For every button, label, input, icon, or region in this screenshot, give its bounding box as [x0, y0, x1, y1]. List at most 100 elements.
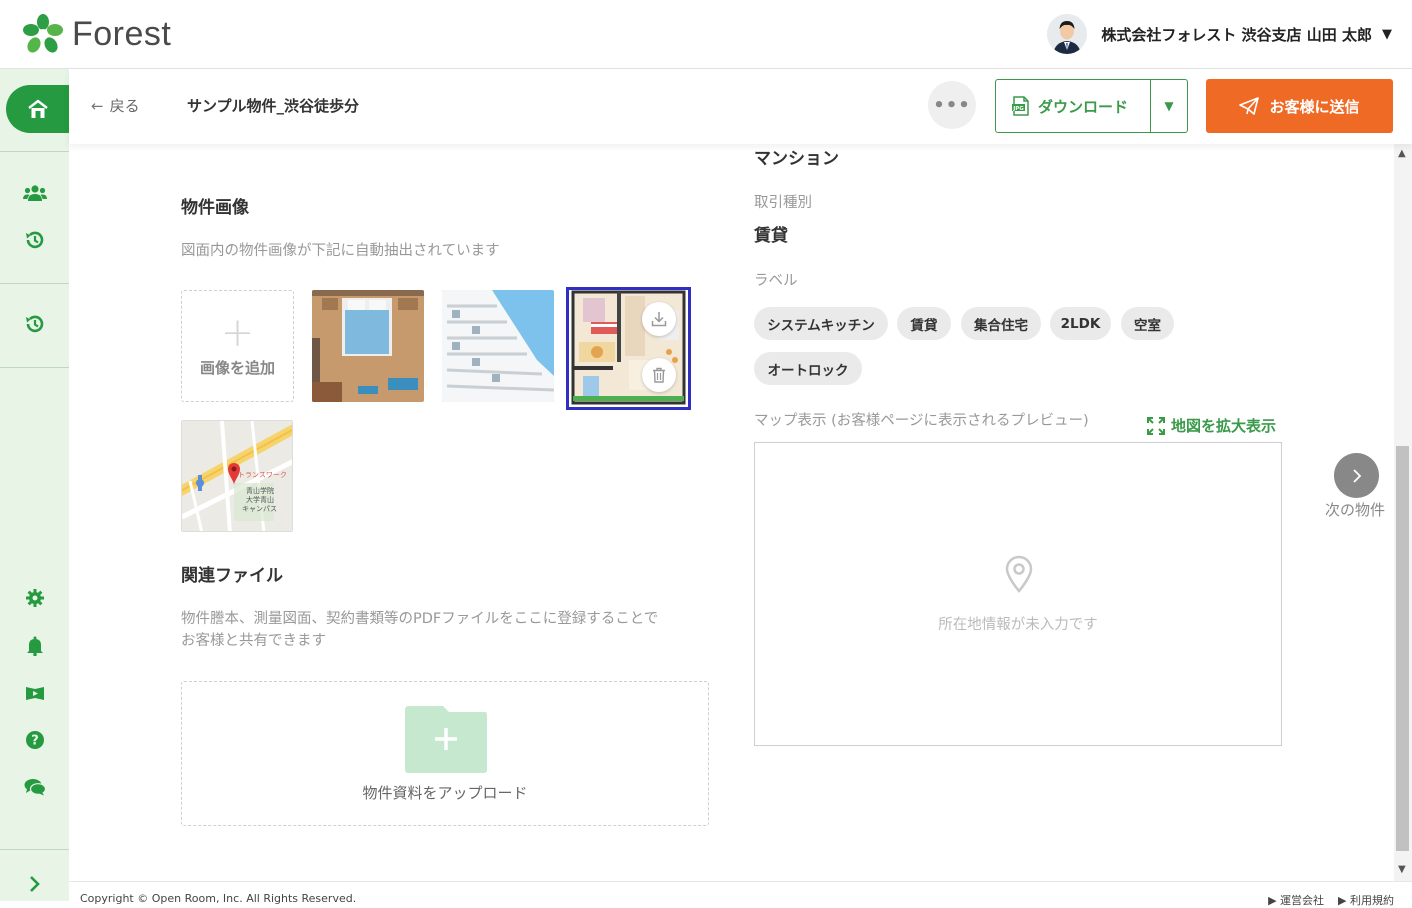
ellipsis-icon: •••	[933, 94, 971, 116]
delete-image-button[interactable]	[642, 358, 676, 392]
sidebar-item-settings[interactable]	[22, 585, 48, 611]
send-to-customer-button[interactable]: お客様に送信	[1206, 79, 1393, 133]
map-preview: 所在地情報が未入力です	[754, 442, 1282, 746]
logo-text: Forest	[72, 14, 172, 53]
avatar	[1047, 14, 1088, 54]
chat-icon	[24, 779, 46, 796]
page-title: サンプル物件_渋谷徒歩分	[187, 97, 360, 115]
video-icon	[26, 687, 44, 700]
map-preview-label: マップ表示 (お客様ページに表示されるプレビュー)	[754, 413, 1089, 429]
vertical-scrollbar[interactable]: ▲ ▼	[1394, 144, 1412, 881]
tag-chip: オートロック	[754, 352, 862, 385]
download-dropdown-caret-icon[interactable]: ▼	[1151, 99, 1187, 113]
property-toolbar: ← 戻る サンプル物件_渋谷徒歩分 ••• JPG ダウンロード ▼ お客様に送…	[69, 69, 1412, 144]
download-button-group: JPG ダウンロード ▼	[995, 79, 1188, 133]
map-thumb-label: トランスワーク	[238, 471, 287, 479]
trash-icon	[653, 367, 665, 383]
history-icon	[26, 231, 44, 249]
users-icon	[23, 185, 47, 201]
tag-chip: 空室	[1121, 307, 1174, 340]
user-menu[interactable]: 株式会社フォレスト 渋谷支店 山田 太郎 ▼	[1047, 14, 1392, 54]
sidebar-item-videos[interactable]	[22, 680, 48, 706]
add-image-button[interactable]: + 画像を追加	[181, 290, 294, 402]
scroll-up-arrow-icon[interactable]: ▲	[1398, 148, 1406, 159]
user-name: 株式会社フォレスト 渋谷支店 山田 太郎	[1101, 25, 1372, 44]
sidebar-item-history-2[interactable]	[22, 311, 48, 337]
next-property-label[interactable]: 次の物件	[1325, 499, 1385, 520]
transaction-type-label: 取引種別	[754, 195, 812, 211]
sidebar-divider	[0, 367, 69, 368]
back-label: 戻る	[109, 97, 140, 115]
home-icon	[27, 99, 48, 118]
building-type-value: マンション	[754, 149, 839, 169]
files-section-hint-line2: お客様と共有できます	[181, 633, 326, 649]
upload-label: 物件資料をアップロード	[362, 784, 528, 802]
arrow-left-icon: ←	[91, 96, 104, 115]
property-image-floorplan-selected[interactable]	[566, 287, 691, 410]
svg-text:JPG: JPG	[1012, 106, 1024, 112]
sidebar-divider	[0, 283, 69, 284]
sidebar-item-history-1[interactable]	[22, 227, 48, 253]
left-sidebar: ?	[0, 69, 69, 901]
images-section-title: 物件画像	[181, 198, 249, 218]
property-image-bedroom[interactable]	[312, 290, 424, 402]
folder-add-icon	[405, 706, 487, 773]
scrollbar-thumb[interactable]	[1396, 446, 1409, 851]
next-property-button[interactable]	[1334, 453, 1379, 498]
expand-map-link[interactable]: 地図を拡大表示	[1147, 415, 1276, 436]
sidebar-item-home[interactable]	[6, 85, 69, 133]
map-thumb-label: キャンパス	[242, 505, 277, 513]
sidebar-item-help[interactable]: ?	[22, 727, 48, 753]
map-pin-icon	[1005, 555, 1033, 593]
tag-chip: 賃貸	[897, 307, 951, 340]
gear-icon	[26, 589, 44, 607]
jpg-file-icon: JPG	[1012, 96, 1029, 116]
download-button[interactable]: JPG ダウンロード	[996, 80, 1151, 132]
svg-text:?: ?	[31, 734, 39, 749]
property-image-building[interactable]	[442, 290, 554, 402]
download-image-button[interactable]	[642, 302, 676, 336]
transaction-type-value: 賃貸	[754, 226, 788, 246]
help-icon: ?	[26, 731, 44, 749]
tag-chip: 2LDK	[1050, 307, 1111, 340]
map-empty-message: 所在地情報が未入力です	[938, 617, 1098, 633]
sidebar-item-chat[interactable]	[22, 774, 48, 800]
tag-chip: システムキッチン	[754, 307, 888, 340]
top-header: Forest 株式会社フォレスト 渋谷支店 山田 太郎 ▼	[0, 0, 1412, 69]
history-icon	[26, 315, 44, 333]
download-icon	[651, 312, 667, 327]
map-thumb-label: 青山学院	[246, 486, 274, 495]
labels-heading: ラベル	[754, 273, 798, 289]
download-label: ダウンロード	[1038, 97, 1129, 116]
back-link[interactable]: ← 戻る	[91, 95, 140, 116]
scroll-down-arrow-icon[interactable]: ▼	[1398, 864, 1406, 875]
images-section-hint: 図面内の物件画像が下記に自動抽出されています	[181, 243, 500, 259]
footer: Copyright © Open Room, Inc. All Rights R…	[69, 881, 1412, 907]
sidebar-expand-button[interactable]	[22, 871, 48, 897]
plus-icon: +	[220, 309, 255, 356]
footer-links: ▶ 運営会社 ▶ 利用規約	[1268, 892, 1394, 908]
main-content: 物件画像 図面内の物件画像が下記に自動抽出されています + 画像を追加 トランス…	[69, 144, 1394, 881]
property-image-map[interactable]: トランスワーク 青山学院 大学青山 キャンパス	[181, 420, 293, 532]
tag-chip: 集合住宅	[961, 307, 1041, 340]
chevron-right-icon	[1352, 468, 1361, 483]
copyright-text: Copyright © Open Room, Inc. All Rights R…	[80, 892, 357, 905]
more-options-button[interactable]: •••	[928, 81, 976, 129]
forest-logo[interactable]: Forest	[22, 13, 171, 55]
bell-icon	[27, 636, 43, 656]
files-section-title: 関連ファイル	[181, 566, 283, 586]
forest-leaf-logo-icon	[23, 14, 63, 53]
expand-icon	[1147, 416, 1165, 435]
sidebar-divider	[0, 151, 69, 152]
upload-file-dropzone[interactable]: 物件資料をアップロード	[181, 681, 709, 826]
sidebar-divider	[0, 849, 69, 850]
user-dropdown-caret-icon[interactable]: ▼	[1382, 27, 1392, 42]
map-thumb-label: 大学青山	[246, 495, 274, 504]
send-label: お客様に送信	[1269, 97, 1360, 116]
paper-plane-icon	[1239, 97, 1260, 115]
files-section-hint-line1: 物件謄本、測量図面、契約書類等のPDFファイルをここに登録することで	[181, 611, 659, 627]
sidebar-item-notifications[interactable]	[22, 633, 48, 659]
chevron-right-icon	[30, 876, 40, 892]
sidebar-item-customers[interactable]	[22, 180, 48, 206]
add-image-label: 画像を追加	[199, 358, 275, 377]
